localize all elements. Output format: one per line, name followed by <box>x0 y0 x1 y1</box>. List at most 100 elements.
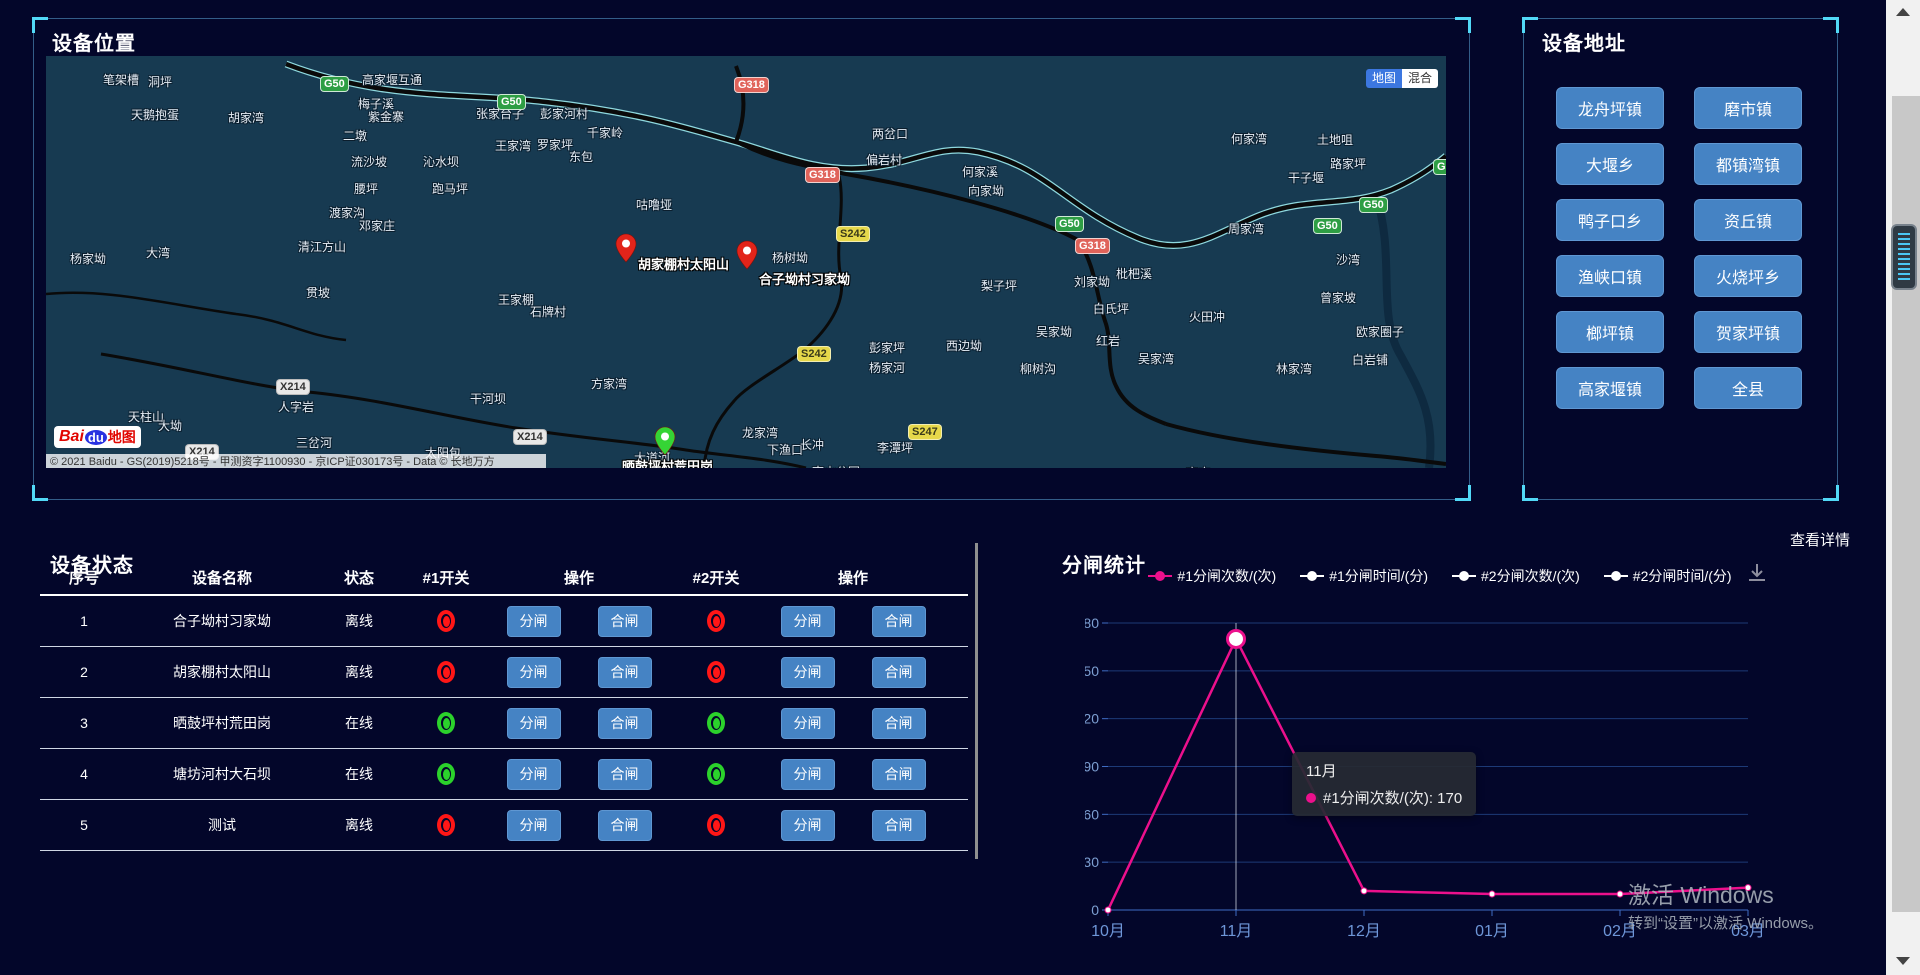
map-place-label: 梨子坪 <box>981 277 1017 294</box>
baidu-logo-map: 地图 <box>108 427 136 447</box>
address-button[interactable]: 榔坪镇 <box>1556 311 1664 353</box>
map-place-label: 白氏坪 <box>1093 300 1129 317</box>
address-button[interactable]: 资丘镇 <box>1694 199 1802 241</box>
close-switch-button[interactable]: 合闸 <box>872 657 926 688</box>
page-scrollbar[interactable] <box>1886 0 1920 975</box>
corner-bracket <box>1823 17 1839 33</box>
data-point[interactable] <box>1489 891 1495 897</box>
map-place-label: 何家湾 <box>1231 130 1267 147</box>
switch1-cell <box>402 814 490 836</box>
open-switch-button[interactable]: 分闸 <box>507 657 561 688</box>
chart-tooltip: 11月 #1分闸次数/(次): 170 <box>1292 752 1476 816</box>
address-button[interactable]: 大堰乡 <box>1556 143 1664 185</box>
legend-item[interactable]: #1分闸时间/(分) <box>1300 566 1428 586</box>
map-place-label: 长冲 <box>800 436 824 453</box>
table-row: 1合子坳村习家坳离线分闸合闸分闸合闸 <box>40 596 968 647</box>
map-place-label: 胡家湾 <box>228 109 264 126</box>
open-switch-button[interactable]: 分闸 <box>781 606 835 637</box>
close-switch-button[interactable]: 合闸 <box>598 606 652 637</box>
device-name: 塘坊河村大石坝 <box>128 764 316 784</box>
close-switch-button[interactable]: 合闸 <box>598 708 652 739</box>
highlighted-data-point[interactable] <box>1228 630 1245 647</box>
map-place-label: 方家湾 <box>591 375 627 392</box>
map-place-label: 洞坪 <box>148 73 172 90</box>
road-shield-s242: S242 <box>798 347 830 361</box>
road-shield-g50: G50 <box>321 77 348 91</box>
scrollbar-thumb[interactable] <box>1892 96 1920 912</box>
legend-item[interactable]: #1分闸次数/(次) <box>1148 566 1276 586</box>
road-shield-g318: G318 <box>1076 239 1109 253</box>
svg-text:120: 120 <box>1085 711 1099 727</box>
status-text: 在线 <box>316 764 402 784</box>
svg-text:11月: 11月 <box>1220 923 1253 940</box>
close-switch-button[interactable]: 合闸 <box>872 810 926 841</box>
address-button[interactable]: 高家堰镇 <box>1556 367 1664 409</box>
map-place-label: 向家坳 <box>968 182 1004 199</box>
svg-text:10月: 10月 <box>1091 923 1125 940</box>
address-button[interactable]: 贺家坪镇 <box>1694 311 1802 353</box>
map-marker-pin[interactable] <box>615 233 637 268</box>
switch1-cell <box>402 610 490 632</box>
windows-activation-hint: 转到“设置”以激活 Windows。 <box>1628 912 1823 933</box>
close-switch-button[interactable]: 合闸 <box>872 606 926 637</box>
map-place-label: 咕噜垭 <box>636 196 672 213</box>
address-button[interactable]: 磨市镇 <box>1694 87 1802 129</box>
open-switch-button[interactable]: 分闸 <box>781 810 835 841</box>
data-point[interactable] <box>1105 907 1111 913</box>
map-place-label: 贯坡 <box>306 284 330 301</box>
device-address-panel: 设备地址 龙舟坪镇磨市镇大堰乡都镇湾镇鸭子口乡资丘镇渔峡口镇火烧坪乡榔坪镇贺家坪… <box>1523 18 1838 500</box>
map-type-map-button[interactable]: 地图 <box>1366 69 1402 88</box>
open-switch-button[interactable]: 分闸 <box>507 708 561 739</box>
open-switch-button[interactable]: 分闸 <box>781 657 835 688</box>
map-place-label: 林家湾 <box>1276 360 1312 377</box>
close-switch-button[interactable]: 合闸 <box>598 759 652 790</box>
close-switch-button[interactable]: 合闸 <box>872 759 926 790</box>
open-switch-button[interactable]: 分闸 <box>781 759 835 790</box>
device-location-panel: 设备位置 笔架槽洞坪天鹅抱蛋胡家湾高家堰互通梅子溪紫金寨二墩流沙坡腰坪渡家沟邓家… <box>33 18 1470 500</box>
map-place-label: 欧家圈子 <box>1356 323 1404 340</box>
switch2-indicator-red <box>707 814 725 836</box>
map-type-hybrid-button[interactable]: 混合 <box>1402 69 1438 88</box>
map-place-label: 流沙坡 <box>351 153 387 170</box>
tooltip-series-dot <box>1306 793 1316 803</box>
map-place-label: 清江方山 <box>298 238 346 255</box>
operation-cell: 分闸 合闸 <box>490 708 668 739</box>
address-button[interactable]: 全县 <box>1694 367 1802 409</box>
open-switch-button[interactable]: 分闸 <box>507 810 561 841</box>
address-button[interactable]: 龙舟坪镇 <box>1556 87 1664 129</box>
baidu-map[interactable]: 笔架槽洞坪天鹅抱蛋胡家湾高家堰互通梅子溪紫金寨二墩流沙坡腰坪渡家沟邓家庄沁水坝跑… <box>46 56 1446 468</box>
address-button[interactable]: 都镇湾镇 <box>1694 143 1802 185</box>
open-switch-button[interactable]: 分闸 <box>781 708 835 739</box>
map-marker-pin[interactable] <box>736 240 758 275</box>
scroll-indicator-widget <box>1891 224 1917 290</box>
map-place-label: 吴家坳 <box>1036 323 1072 340</box>
view-details-link[interactable]: 查看详情 <box>1760 529 1850 550</box>
map-type-toggle: 地图 混合 <box>1366 69 1438 88</box>
corner-bracket <box>1455 485 1471 501</box>
address-button[interactable]: 火烧坪乡 <box>1694 255 1802 297</box>
scroll-down-arrow-icon[interactable] <box>1896 957 1910 965</box>
close-switch-button[interactable]: 合闸 <box>598 657 652 688</box>
svg-text:180: 180 <box>1085 615 1099 631</box>
map-place-label: 跑马坪 <box>432 180 468 197</box>
open-switch-button[interactable]: 分闸 <box>507 759 561 790</box>
map-place-label: 杨树坳 <box>772 249 808 266</box>
address-button[interactable]: 鸭子口乡 <box>1556 199 1664 241</box>
map-place-label: 西边坳 <box>946 337 982 354</box>
road-shield-g50: G50 <box>1434 160 1446 174</box>
legend-marker-icon <box>1300 571 1324 581</box>
map-place-label: 杨家河 <box>869 359 905 376</box>
switch2-cell <box>668 610 764 632</box>
address-button[interactable]: 渔峡口镇 <box>1556 255 1664 297</box>
data-point[interactable] <box>1617 891 1623 897</box>
svg-text:60: 60 <box>1085 806 1099 822</box>
legend-item[interactable]: #2分闸次数/(次) <box>1452 566 1580 586</box>
close-switch-button[interactable]: 合闸 <box>872 708 926 739</box>
data-point[interactable] <box>1361 888 1367 894</box>
close-switch-button[interactable]: 合闸 <box>598 810 652 841</box>
legend-item[interactable]: #2分闸时间/(分) <box>1604 566 1732 586</box>
map-place-label: 王家湾 <box>495 137 531 154</box>
svg-text:150: 150 <box>1085 663 1099 679</box>
scroll-up-arrow-icon[interactable] <box>1896 8 1910 16</box>
open-switch-button[interactable]: 分闸 <box>507 606 561 637</box>
